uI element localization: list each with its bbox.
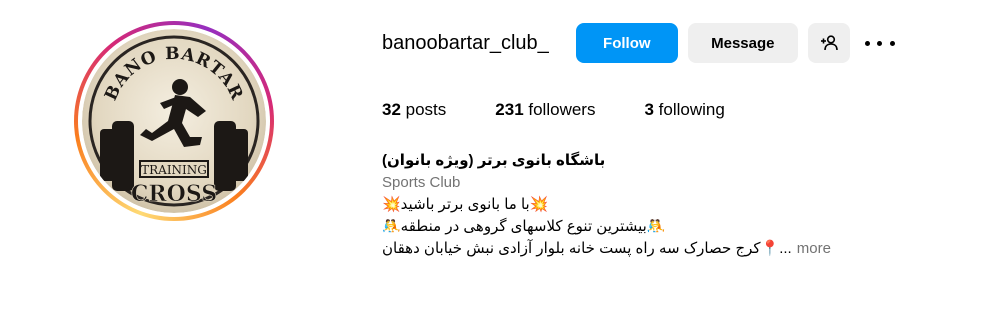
bio-line-3: 📍کرج حصارک سه راه پست خانه بلوار آزادی ن… [382, 240, 780, 257]
logo-bottom-text: CROSS [131, 181, 217, 207]
profile-stats: 32 posts 231 followers 3 following [382, 100, 774, 120]
avatar-image: BANO BARTAR TRAINING CROSS [82, 29, 266, 213]
suggested-accounts-button[interactable] [807, 23, 850, 63]
club-logo: BANO BARTAR TRAINING CROSS [82, 29, 266, 213]
story-ring: BANO BARTAR TRAINING CROSS [74, 21, 274, 221]
bio-line-2: 🤼بیشترین تنوع کلاسهای گروهی در منطقه🤼 [382, 218, 666, 235]
bio-line-3-row: 📍کرج حصارک سه راه پست خانه بلوار آزادی ن… [382, 238, 882, 260]
bio-ellipsis: ... [779, 240, 792, 257]
person-add-icon [820, 35, 838, 51]
category-label: Sports Club [382, 174, 461, 191]
follow-button[interactable]: Follow [575, 23, 678, 63]
bio-line-1: 💥با ما بانوی برتر باشید💥 [382, 196, 549, 213]
following-count: 3 [644, 100, 654, 119]
followers-count: 231 [495, 100, 524, 119]
profile-avatar[interactable]: BANO BARTAR TRAINING CROSS [74, 21, 274, 221]
followers-stat[interactable]: 231 followers [495, 100, 595, 120]
message-button[interactable]: Message [687, 23, 798, 63]
logo-middle-text: TRAINING [141, 163, 207, 177]
username: banoobartar_club_ [382, 31, 549, 54]
more-options-icon[interactable] [864, 23, 895, 63]
followers-label: followers [523, 100, 596, 119]
profile-header-row: banoobartar_club_ Follow Message [382, 22, 895, 64]
posts-stat[interactable]: 32 posts [382, 100, 446, 120]
posts-label: posts [400, 100, 447, 119]
more-link[interactable]: more [797, 238, 831, 260]
posts-count: 32 [382, 100, 401, 119]
profile-bio: باشگاه بانوی برتر (ویژه بانوان) Sports C… [382, 150, 882, 260]
full-name: باشگاه بانوی برتر (ویژه بانوان) [382, 152, 606, 169]
following-label: following [653, 100, 725, 119]
following-stat[interactable]: 3 following [644, 100, 724, 120]
